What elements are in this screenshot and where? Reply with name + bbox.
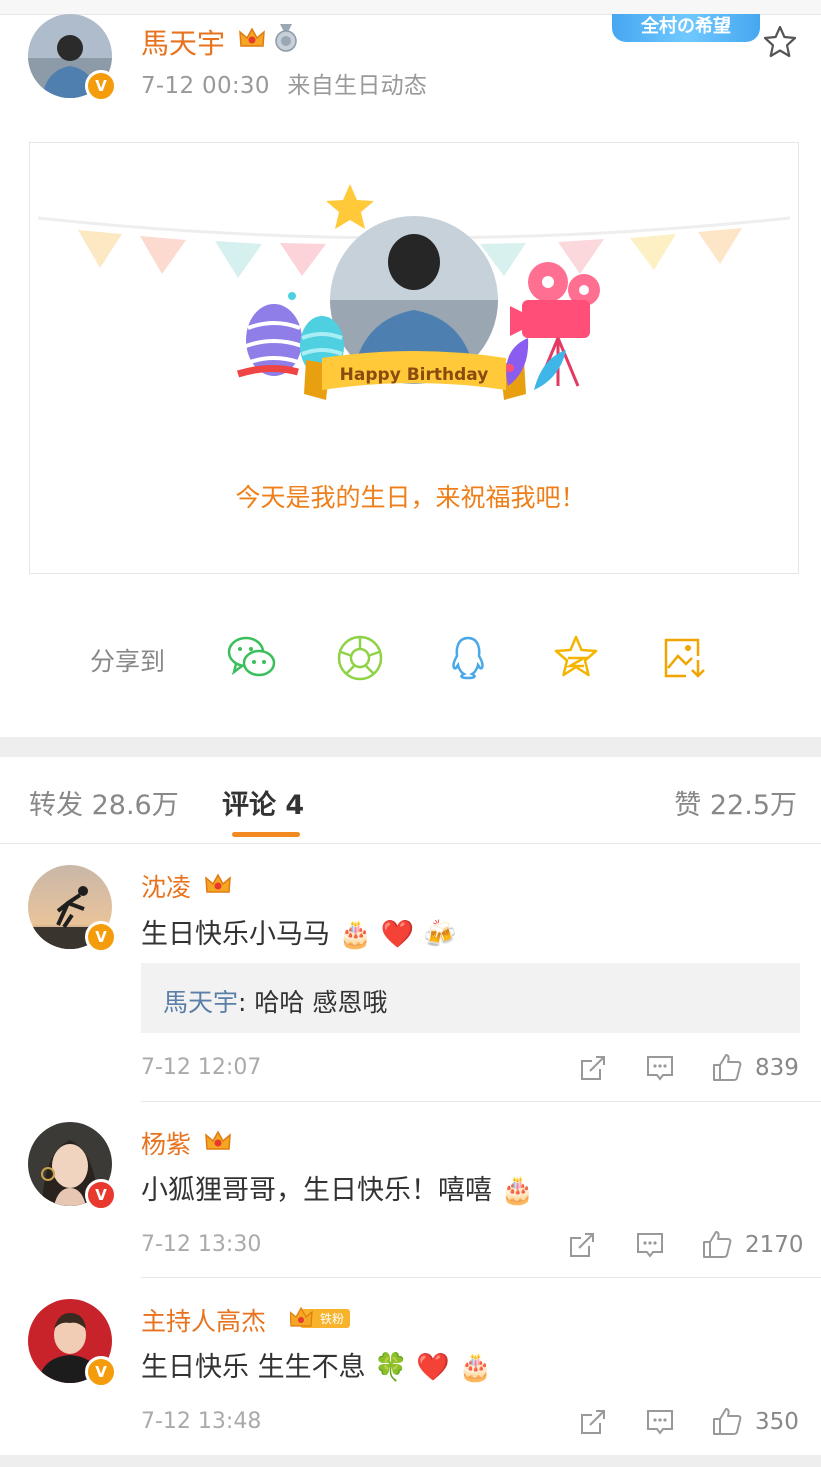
comment-body: 小狐狸哥哥，生日快乐！嘻嘻	[141, 1175, 492, 1206]
post-source[interactable]: 来自生日动态	[287, 73, 427, 99]
verified-badge-icon: V	[85, 921, 117, 953]
tabs-border	[0, 843, 821, 844]
repost-icon[interactable]	[567, 1230, 597, 1260]
commenter-name[interactable]: 主持人高杰	[141, 1302, 266, 1338]
commenter-name[interactable]: 沈凌	[141, 868, 191, 904]
comment-divider	[141, 1277, 821, 1278]
vip-crown-icon	[239, 27, 265, 47]
reply-text: : 哈哈 感恩哦	[238, 988, 388, 1017]
like-icon[interactable]	[702, 1229, 732, 1259]
verified-badge-icon: V	[85, 1356, 117, 1388]
tab-repost[interactable]: 转发 28.6万	[29, 783, 179, 822]
like-count: 350	[755, 1409, 799, 1435]
tab-likes[interactable]: 赞 22.5万	[674, 783, 797, 822]
heart-emoji: ❤️	[416, 1352, 451, 1383]
comment-body: 生日快乐小马马	[141, 919, 330, 950]
comment-time: 7-12 13:48	[141, 1409, 262, 1434]
birthday-banner-text: Happy Birthday	[340, 365, 489, 385]
cake-emoji: 🎂	[500, 1175, 535, 1206]
heart-emoji: ❤️	[380, 919, 415, 950]
card-decoration-label: 全村の希望	[612, 14, 760, 42]
like-icon[interactable]	[712, 1406, 742, 1436]
like-icon[interactable]	[712, 1052, 742, 1082]
save-image-share-icon[interactable]	[658, 632, 710, 684]
comment-time: 7-12 13:30	[141, 1232, 262, 1257]
like-count: 2170	[745, 1232, 804, 1258]
commenter-name[interactable]: 杨紫	[141, 1125, 191, 1161]
bottom-divider	[0, 1455, 821, 1467]
comment-divider	[141, 1101, 821, 1102]
birthday-message: 今天是我的生日，来祝福我吧！	[235, 483, 586, 512]
beer-emoji: 🍻	[423, 919, 457, 950]
qzone-share-icon[interactable]	[550, 632, 602, 684]
cake-emoji: 🎂	[338, 919, 373, 950]
like-count: 839	[755, 1055, 799, 1081]
star-outline-icon[interactable]	[762, 24, 798, 60]
section-divider	[0, 737, 821, 757]
birthday-illustration: Happy Birthday	[37, 184, 791, 400]
iron-fan-badge-text: 铁粉	[320, 1312, 344, 1326]
comment-time: 7-12 12:07	[141, 1055, 262, 1080]
comment-icon[interactable]	[645, 1407, 675, 1437]
repost-icon[interactable]	[578, 1053, 608, 1083]
medal-icon	[275, 24, 297, 52]
reply-block[interactable]: 馬天宇: 哈哈 感恩哦	[141, 963, 800, 1033]
reply-author-name[interactable]: 馬天宇	[163, 988, 238, 1017]
comment-icon[interactable]	[635, 1230, 665, 1260]
reply-content: 馬天宇: 哈哈 感恩哦	[163, 983, 387, 1019]
qq-share-icon[interactable]	[442, 632, 494, 684]
verified-badge-icon: V	[85, 70, 117, 102]
post-meta: 7-12 00:30 来自生日动态	[141, 66, 427, 100]
top-bar-edge	[0, 0, 821, 15]
cake-emoji: 🎂	[458, 1352, 493, 1383]
iron-fan-badge-icon: 铁粉	[290, 1306, 350, 1328]
tab-active-indicator	[232, 832, 300, 837]
author-name[interactable]: 馬天宇	[141, 22, 225, 62]
tab-comments[interactable]: 评论 4	[222, 783, 304, 822]
vip-crown-icon	[205, 873, 231, 893]
share-label: 分享到	[90, 647, 166, 676]
repost-icon[interactable]	[578, 1407, 608, 1437]
post-time: 7-12 00:30	[141, 73, 270, 99]
comment-text: 生日快乐小马马 🎂 ❤️ 🍻	[141, 912, 457, 951]
vip-crown-icon	[205, 1130, 231, 1150]
verified-badge-icon: V	[85, 1179, 117, 1211]
wechat-share-icon[interactable]	[226, 632, 278, 684]
comment-body: 生日快乐 生生不息	[141, 1352, 366, 1383]
comment-text: 小狐狸哥哥，生日快乐！嘻嘻 🎂	[141, 1168, 534, 1207]
clover-emoji: 🍀	[374, 1352, 408, 1383]
moments-share-icon[interactable]	[334, 632, 386, 684]
comment-icon[interactable]	[645, 1053, 675, 1083]
comment-text: 生日快乐 生生不息 🍀 ❤️ 🎂	[141, 1345, 492, 1384]
